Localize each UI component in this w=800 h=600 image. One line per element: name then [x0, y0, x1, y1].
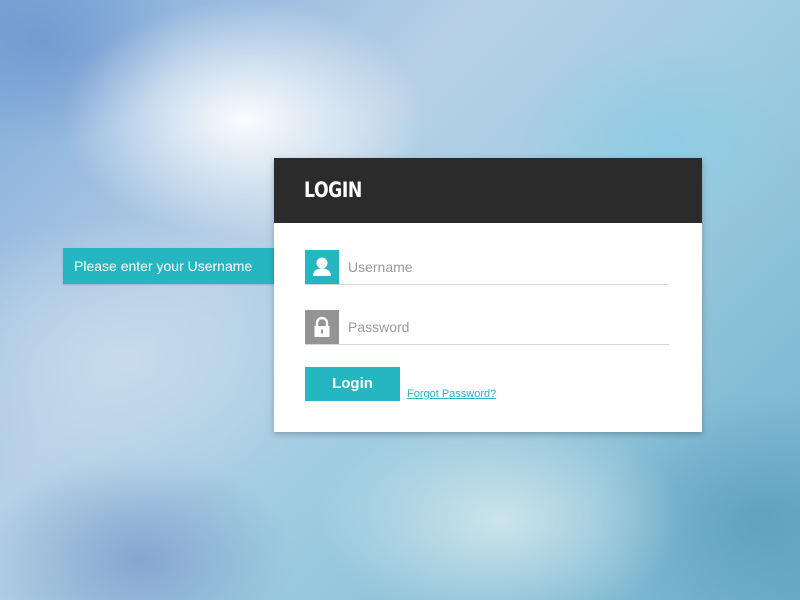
login-title: Login	[304, 178, 362, 202]
username-field	[305, 250, 669, 285]
lock-icon	[305, 310, 339, 344]
tooltip-text: Please enter your Username	[74, 258, 253, 274]
forgot-password-link[interactable]: Forgot Password?	[407, 387, 496, 401]
login-header: Login	[274, 158, 702, 223]
password-field	[305, 310, 669, 345]
username-hint-tooltip: Please enter your Username	[63, 248, 297, 284]
username-input[interactable]	[339, 250, 669, 284]
login-button[interactable]: Login	[305, 367, 400, 401]
user-icon	[305, 250, 339, 284]
password-input[interactable]	[339, 310, 669, 344]
login-card: Login Login Forgot Password?	[274, 158, 702, 432]
